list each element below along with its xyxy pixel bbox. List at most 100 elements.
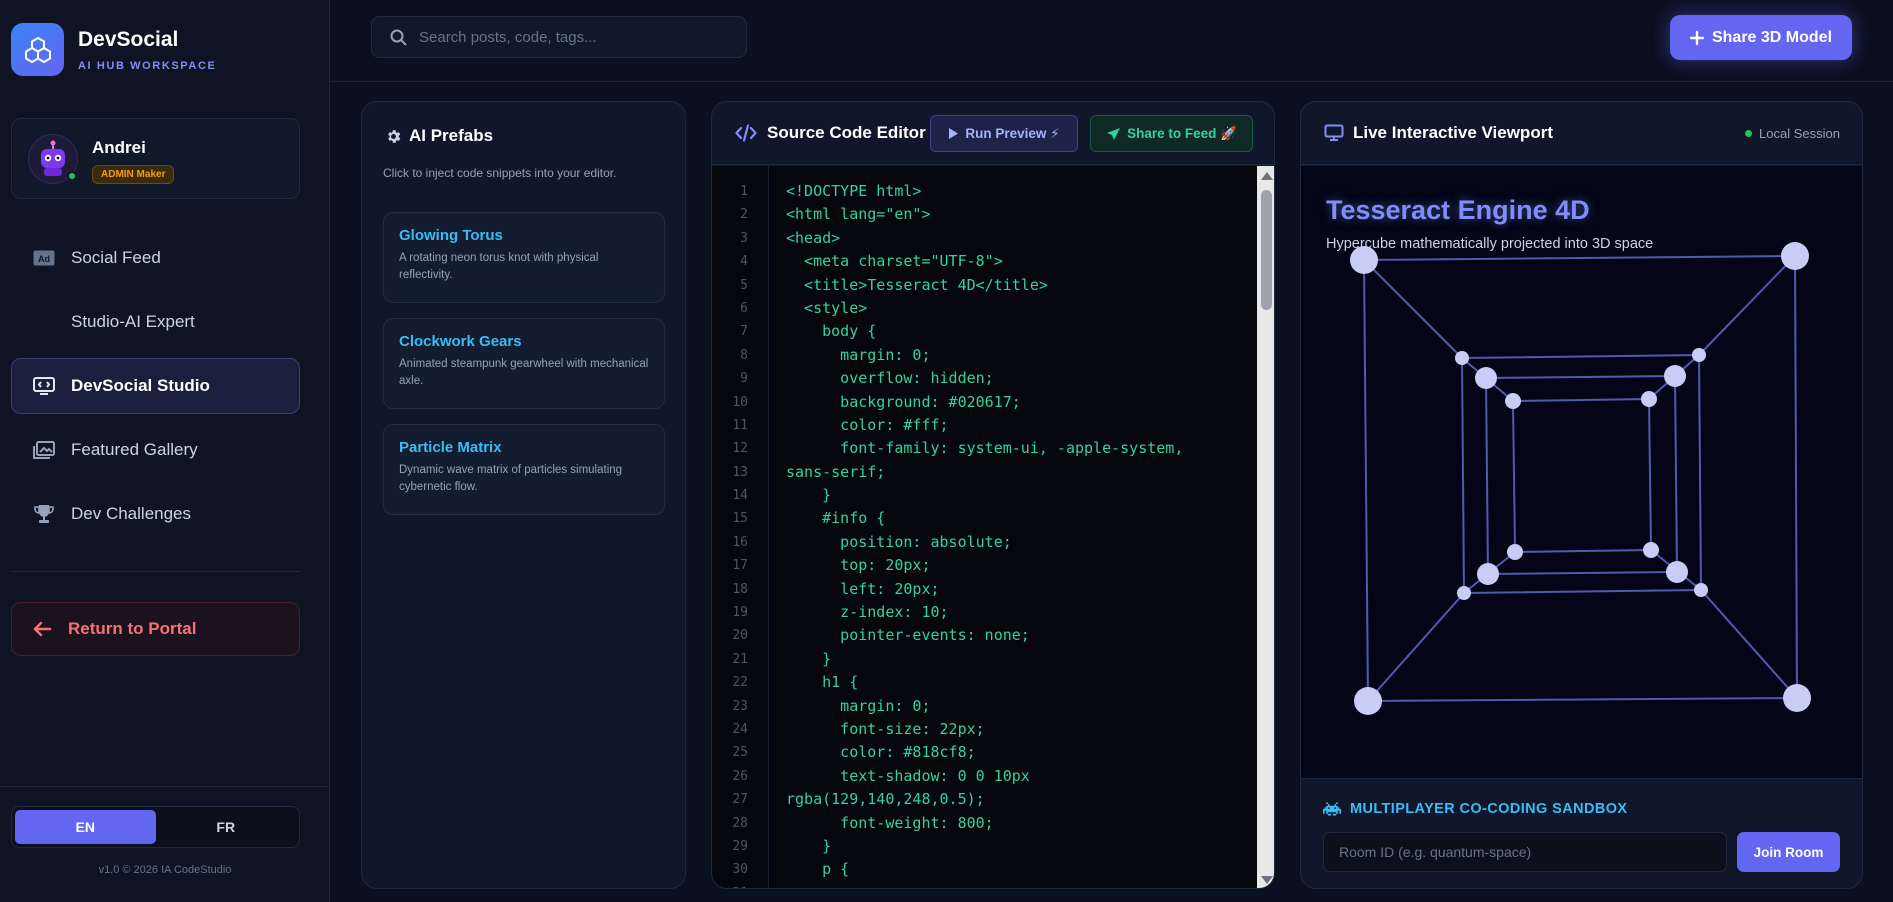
monitor-icon (1324, 124, 1344, 142)
code-editor-textarea[interactable]: 1 2 3 4 5 6 7 8 9 10 11 12 13 14 15 16 17 18 19 20 21 22 23 24 2… (712, 166, 1257, 888)
sidebar-nav: Ad Social Feed Studio-AI Expert DevSocia… (11, 230, 300, 550)
room-id-input[interactable] (1323, 832, 1727, 872)
monitor-code-icon (32, 374, 56, 398)
line-number: 19 (732, 605, 748, 621)
code-line: pointer-events: none; (786, 626, 1030, 645)
code-line: top: 20px; (786, 556, 931, 575)
sidebar-item-label: DevSocial Studio (71, 376, 210, 395)
scroll-down-arrow-icon[interactable] (1261, 876, 1273, 884)
sidebar-item-studio-ai-expert[interactable]: Studio-AI Expert (11, 294, 300, 350)
line-number: 31 (712, 882, 768, 888)
code-line: <head> (786, 228, 841, 247)
sidebar-divider (11, 571, 300, 572)
code-line: h1 { (786, 673, 859, 692)
prefabs-description: Click to inject code snippets into your … (383, 166, 617, 180)
run-preview-button[interactable]: Run Preview ⚡ (930, 115, 1078, 152)
profile-name: Andrei (92, 138, 146, 157)
search-box[interactable] (371, 16, 747, 58)
robot-avatar-icon (41, 140, 65, 176)
code-line: rgba(129,140,248,0.5); (786, 790, 985, 809)
svg-text:Ad: Ad (38, 254, 50, 264)
line-number: 10 (732, 394, 748, 410)
sidebar-item-devsocial-studio[interactable]: DevSocial Studio (11, 358, 300, 414)
prefab-card-glowing-torus[interactable]: Glowing Torus A rotating neon torus knot… (383, 212, 665, 303)
editor-title: Source Code Editor (735, 123, 926, 143)
tesseract-wireframe (1350, 242, 1811, 715)
return-to-portal-label: Return to Portal (68, 619, 197, 638)
multiplayer-title-text: MULTIPLAYER CO-CODING SANDBOX (1350, 801, 1628, 817)
line-number: 8 (740, 347, 748, 363)
profile-card[interactable]: Andrei ADMIN Maker (11, 118, 300, 199)
play-icon (948, 127, 959, 140)
line-number: 25 (732, 745, 748, 761)
plus-icon (1689, 30, 1704, 45)
code-line: position: absolute; (786, 532, 1012, 551)
code-line: <html lang="en"> (786, 205, 931, 224)
3d-canvas[interactable]: Tesseract Engine 4D Hypercube mathematic… (1301, 166, 1862, 778)
editor-header: Source Code Editor Run Preview ⚡ Share t… (712, 102, 1274, 165)
prefab-description: Animated steampunk gearwheel with mechan… (399, 358, 649, 387)
viewport-title: Live Interactive Viewport (1324, 123, 1553, 143)
lang-en-button[interactable]: EN (15, 810, 156, 844)
code-line: left: 20px; (786, 579, 940, 598)
session-status: Local Session (1745, 126, 1840, 141)
code-line: body { (786, 322, 877, 341)
code-line: } (786, 649, 832, 668)
line-number: 23 (732, 698, 748, 714)
language-switch: EN FR (11, 806, 300, 848)
multiplayer-title: MULTIPLAYER CO-CODING SANDBOX (1323, 801, 1627, 817)
line-number: 2 (740, 207, 748, 223)
prefab-card-particle-matrix[interactable]: Particle Matrix Dynamic wave matrix of p… (383, 424, 665, 515)
avatar (28, 134, 78, 184)
brand-subtitle: AI HUB WORKSPACE (78, 59, 217, 72)
ai-prefabs-panel: AI Prefabs Click to inject code snippets… (361, 101, 686, 889)
space-invader-icon (1323, 802, 1341, 816)
sidebar-item-social-feed[interactable]: Ad Social Feed (11, 230, 300, 286)
line-number: 5 (740, 277, 748, 293)
prefab-name: Clockwork Gears (399, 333, 522, 350)
join-room-button[interactable]: Join Room (1737, 832, 1840, 872)
code-line: <title>Tesseract 4D</title> (786, 275, 1048, 294)
code-line: <!DOCTYPE html> (786, 182, 922, 200)
code-line: margin: 0; (786, 345, 931, 364)
line-number: 4 (740, 254, 748, 270)
sidebar-item-featured-gallery[interactable]: Featured Gallery (11, 422, 300, 478)
line-number: 3 (740, 230, 748, 246)
brand[interactable]: DevSocial AI HUB WORKSPACE (11, 23, 216, 76)
editor-scrollbar[interactable] (1257, 166, 1274, 888)
line-number: 22 (732, 675, 748, 691)
code-icon (735, 124, 757, 142)
code-line: font-family: system-ui, -apple-system, (786, 439, 1184, 458)
prefab-card-clockwork-gears[interactable]: Clockwork Gears Animated steampunk gearw… (383, 318, 665, 409)
prefab-name: Particle Matrix (399, 439, 502, 456)
line-number: 30 (732, 862, 748, 878)
share-to-feed-button[interactable]: Share to Feed 🚀 (1090, 115, 1253, 152)
share-3d-model-button[interactable]: Share 3D Model (1670, 15, 1852, 60)
line-number: 7 (740, 324, 748, 340)
lang-fr-button[interactable]: FR (156, 810, 297, 844)
scroll-thumb[interactable] (1261, 190, 1272, 310)
cubes-logo-icon (11, 23, 64, 76)
sidebar-item-dev-challenges[interactable]: Dev Challenges (11, 486, 300, 542)
line-number: 9 (740, 371, 748, 387)
share-3d-model-label: Share 3D Model (1711, 28, 1833, 46)
search-input[interactable] (419, 28, 739, 46)
code-line: <style> (786, 298, 868, 317)
line-number: 12 (732, 441, 748, 457)
scroll-up-arrow-icon[interactable] (1261, 172, 1273, 180)
sidebar-item-label: Dev Challenges (71, 504, 192, 523)
ad-icon: Ad (32, 246, 56, 270)
gear-icon (385, 128, 402, 145)
viewport-header: Live Interactive Viewport Local Session (1301, 102, 1862, 165)
session-status-text: Local Session (1759, 126, 1840, 141)
share-to-feed-label: Share to Feed 🚀 (1127, 125, 1237, 141)
return-to-portal-button[interactable]: Return to Portal (11, 602, 300, 656)
online-status-dot (67, 171, 77, 181)
sidebar-item-label: Studio-AI Expert (71, 312, 195, 331)
code-line: z-index: 10; (786, 603, 949, 622)
prefab-name: Glowing Torus (399, 227, 503, 244)
line-number: 21 (732, 651, 748, 667)
code-line: text-shadow: 0 0 10px (786, 766, 1030, 785)
source-code-editor-panel: Source Code Editor Run Preview ⚡ Share t… (711, 101, 1275, 889)
viewport-title-text: Live Interactive Viewport (1353, 123, 1553, 142)
